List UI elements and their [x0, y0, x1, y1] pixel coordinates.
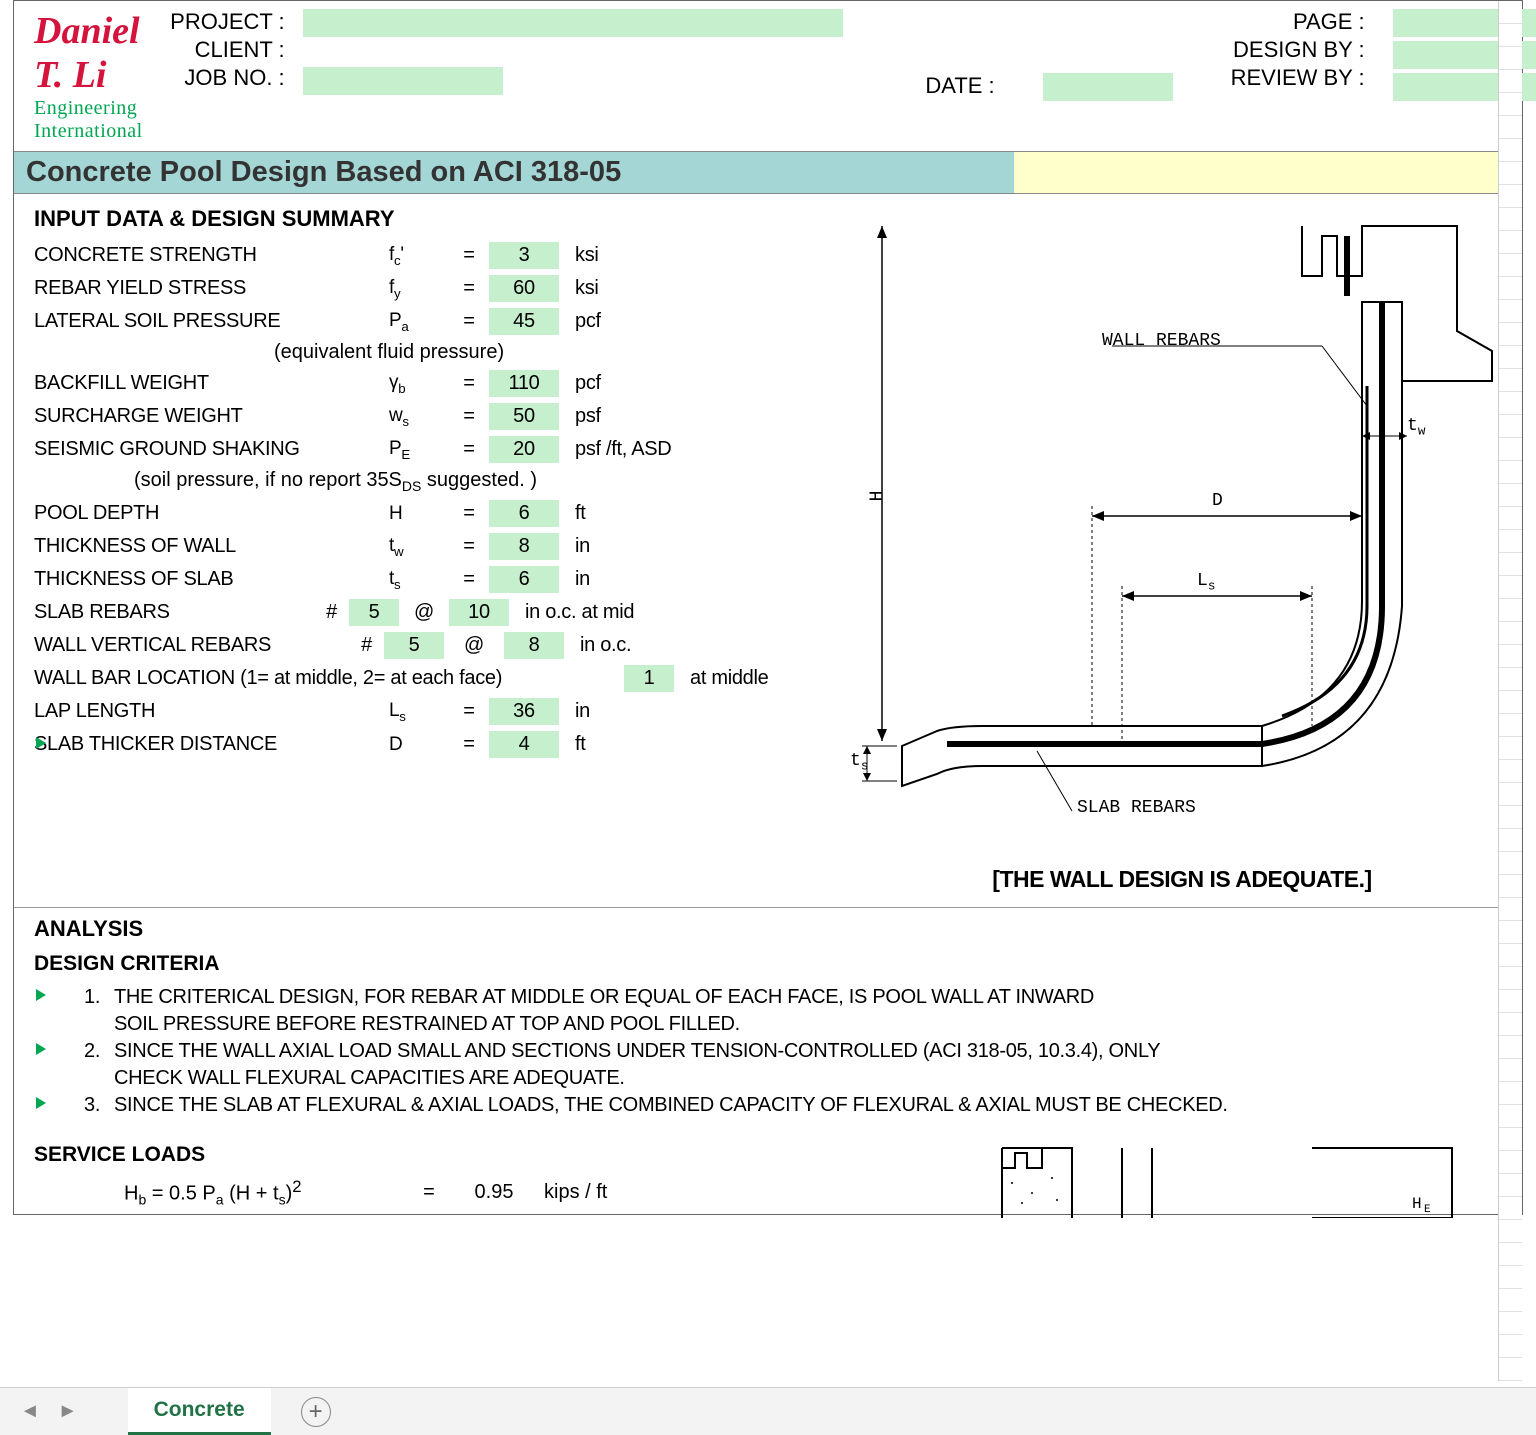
analysis-header: ANALYSIS — [34, 916, 1502, 942]
cell-comment-marker-icon — [36, 1097, 46, 1109]
input-section-header: INPUT DATA & DESIGN SUMMARY — [34, 206, 832, 232]
section-diagram: H ts WALL REBARS tw D Ls SLAB REBARS — [862, 206, 1502, 856]
diagram-tw-label: tw — [1407, 416, 1425, 439]
input-wall-rebars: WALL VERTICAL REBARS # 5 @ 8 in o.c. — [34, 632, 832, 659]
wall-loc-value[interactable]: 1 — [624, 665, 674, 692]
diagram-h-label: H — [867, 491, 887, 502]
design-result: [THE WALL DESIGN IS ADEQUATE.] — [862, 866, 1502, 893]
fc-value[interactable]: 3 — [489, 242, 559, 269]
criteria-3: 3. SINCE THE SLAB AT FLEXURAL & AXIAL LO… — [34, 1094, 1502, 1117]
date-input[interactable] — [1043, 73, 1173, 101]
company-subtitle: Engineering International — [34, 97, 143, 143]
svg-text:H: H — [1412, 1195, 1422, 1213]
input-slab-thickness: THICKNESS OF SLAB ts = 6 in — [34, 566, 832, 593]
input-surcharge: SURCHARGE WEIGHT ws = 50 psf — [34, 403, 832, 430]
d-value[interactable]: 4 — [489, 731, 559, 758]
tab-nav-next-icon[interactable]: ► — [58, 1400, 78, 1423]
criteria-2: 2. SINCE THE WALL AXIAL LOAD SMALL AND S… — [34, 1040, 1502, 1063]
input-lateral-soil: LATERAL SOIL PRESSURE Pa = 45 pcf — [34, 308, 832, 335]
project-input[interactable] — [303, 9, 843, 37]
criteria-header: DESIGN CRITERIA — [34, 952, 1502, 976]
cell-comment-marker-icon — [36, 1043, 46, 1055]
divider — [14, 907, 1522, 908]
input-lap-length: LAP LENGTH Ls = 36 in — [34, 698, 832, 725]
wall-rebar-size[interactable]: 5 — [384, 632, 444, 659]
pa-value[interactable]: 45 — [489, 308, 559, 335]
date-label: DATE : — [843, 73, 1003, 99]
title-block: Daniel T. Li Engineering International P… — [14, 1, 1522, 152]
gamma-b-value[interactable]: 110 — [489, 370, 559, 397]
input-slab-rebars: SLAB REBARS # 5 @ 10 in o.c. at mid — [34, 599, 832, 626]
sheet-title: Concrete Pool Design Based on ACI 318-05 — [14, 152, 1014, 193]
input-concrete-strength: CONCRETE STRENGTH fc' = 3 ksi — [34, 242, 832, 269]
diagram-wall-rebars-label: WALL REBARS — [1102, 331, 1221, 351]
criteria-1: 1. THE CRITERICAL DESIGN, FOR REBAR AT M… — [34, 986, 1502, 1009]
input-wall-bar-location: WALL BAR LOCATION (1= at middle, 2= at e… — [34, 665, 832, 692]
slab-rebar-size[interactable]: 5 — [349, 599, 399, 626]
tab-nav-prev-icon[interactable]: ◄ — [20, 1400, 40, 1423]
sheet-tab-bar: ◄ ► Concrete + — [0, 1387, 1536, 1435]
input-backfill: BACKFILL WEIGHT γb = 110 pcf — [34, 370, 832, 397]
tab-concrete[interactable]: Concrete — [128, 1388, 271, 1435]
diagram-ts-label: ts — [850, 751, 868, 774]
title-spacer — [1014, 152, 1522, 193]
cell-comment-marker-icon — [36, 989, 46, 1001]
jobno-label: JOB NO. : — [143, 65, 293, 91]
project-label: PROJECT : — [143, 9, 293, 35]
page-label: PAGE : — [1173, 9, 1373, 35]
fy-value[interactable]: 60 — [489, 275, 559, 302]
reviewby-label: REVIEW BY : — [1173, 65, 1373, 91]
seismic-note: (soil pressure, if no report 35SDS sugge… — [34, 469, 832, 494]
diagram-ls-label: Ls — [1197, 571, 1215, 594]
efp-note: (equivalent fluid pressure) — [34, 341, 832, 364]
diagram-d-label: D — [1212, 491, 1223, 511]
h-value[interactable]: 6 — [489, 500, 559, 527]
service-diagram: HE — [982, 1138, 1482, 1218]
input-rebar-yield: REBAR YIELD STRESS fy = 60 ksi — [34, 275, 832, 302]
ws-value[interactable]: 50 — [489, 403, 559, 430]
cell-comment-marker-icon — [36, 737, 46, 749]
input-seismic: SEISMIC GROUND SHAKING PE = 20 psf /ft, … — [34, 436, 832, 463]
slab-rebar-spacing[interactable]: 10 — [449, 599, 509, 626]
svg-text:E: E — [1424, 1204, 1431, 1216]
ts-value[interactable]: 6 — [489, 566, 559, 593]
hb-value: 0.95 — [454, 1181, 534, 1204]
company-name: Daniel T. Li — [34, 9, 143, 97]
add-sheet-button[interactable]: + — [301, 1397, 331, 1427]
designby-label: DESIGN BY : — [1173, 37, 1373, 63]
ls-value[interactable]: 36 — [489, 698, 559, 725]
input-pool-depth: POOL DEPTH H = 6 ft — [34, 500, 832, 527]
tw-value[interactable]: 8 — [489, 533, 559, 560]
jobno-input[interactable] — [303, 67, 503, 95]
client-label: CLIENT : — [143, 37, 293, 63]
input-wall-thickness: THICKNESS OF WALL tw = 8 in — [34, 533, 832, 560]
diagram-slab-rebars-label: SLAB REBARS — [1077, 798, 1196, 818]
title-bar: Concrete Pool Design Based on ACI 318-05 — [14, 152, 1522, 194]
pe-value[interactable]: 20 — [489, 436, 559, 463]
input-slab-thicker-dist: SLAB THICKER DISTANCE D = 4 ft — [34, 731, 832, 758]
wall-rebar-spacing[interactable]: 8 — [504, 632, 564, 659]
